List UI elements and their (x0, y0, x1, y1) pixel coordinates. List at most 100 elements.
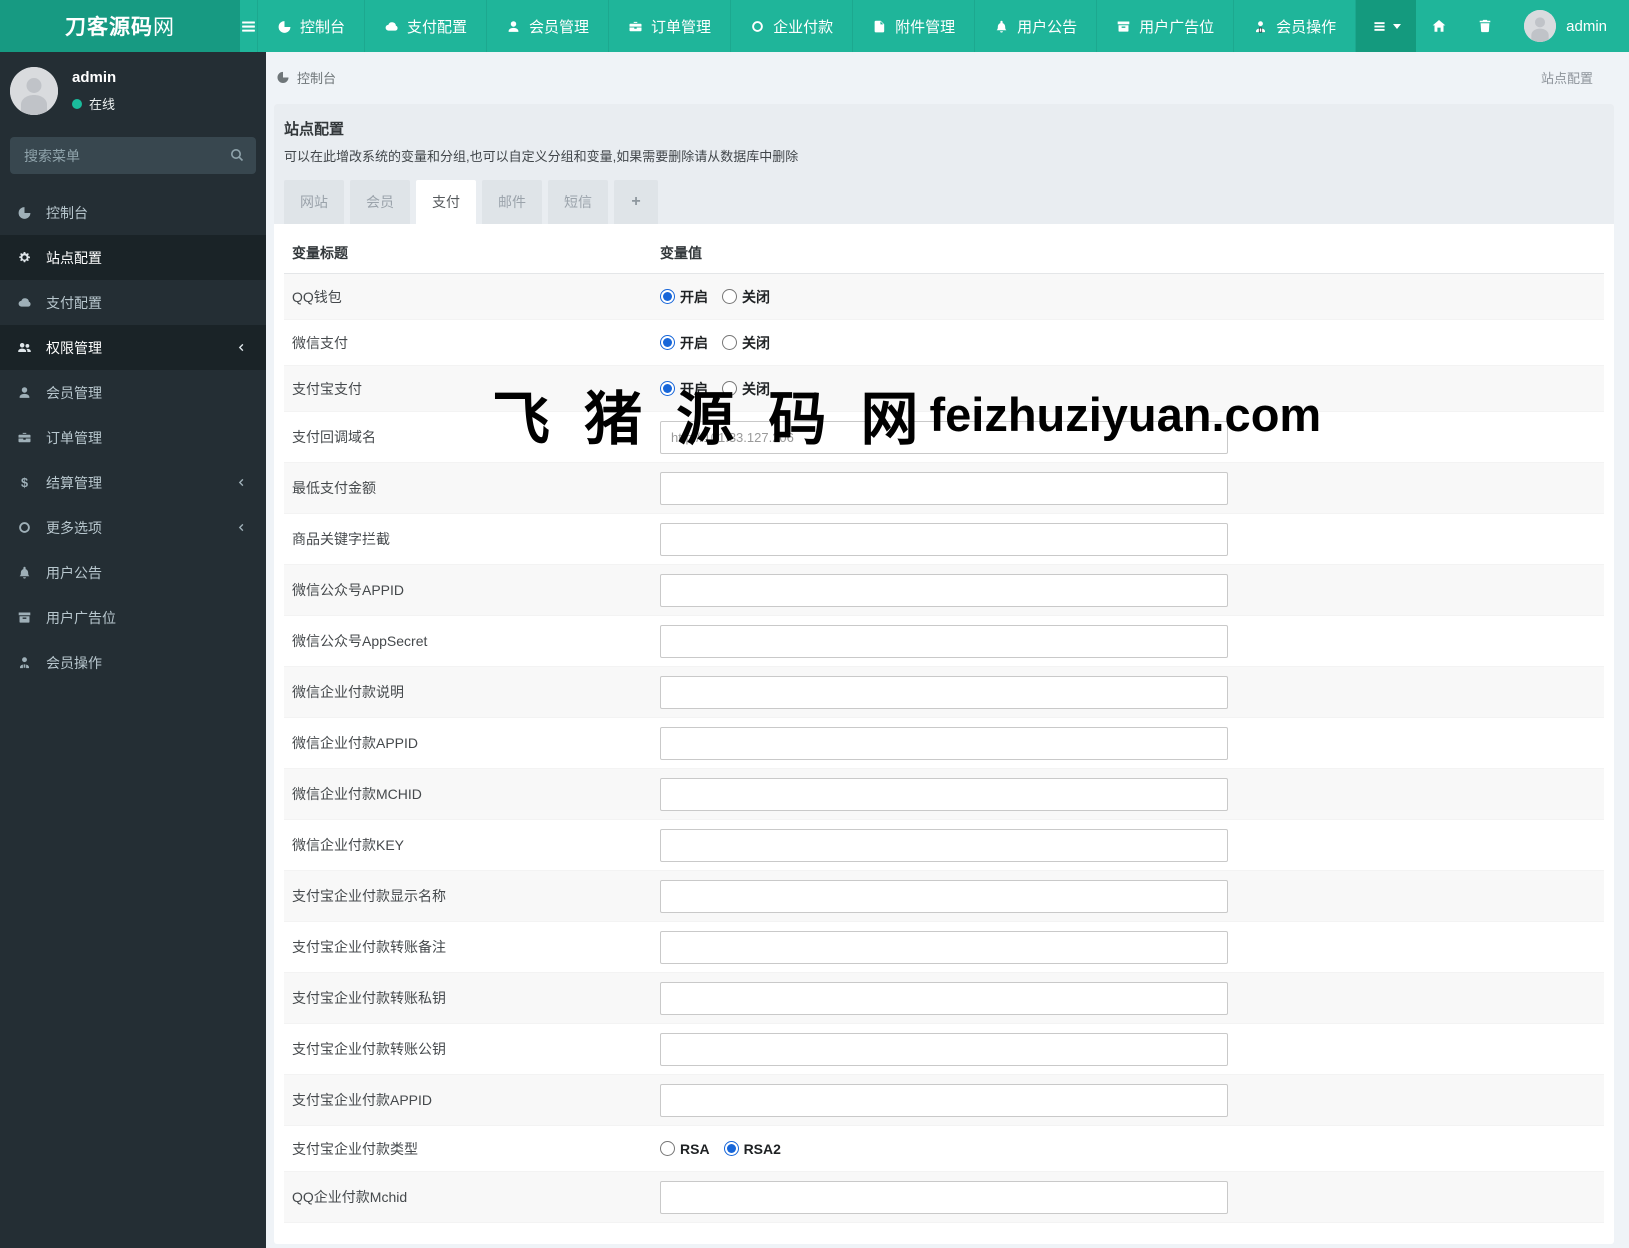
sidebar-item-10[interactable]: 会员操作 (0, 640, 266, 685)
breadcrumb: 控制台 站点配置 (266, 52, 1629, 102)
sidebar-item-3[interactable]: 权限管理 (0, 325, 266, 370)
tab-sms[interactable]: 短信 (548, 180, 608, 224)
nav-item-8[interactable]: 会员操作 (1233, 0, 1357, 52)
config-value (660, 420, 1604, 454)
nav-item-label: 用户公告 (1017, 18, 1078, 36)
config-input[interactable] (660, 981, 1228, 1015)
radio-option[interactable]: RSA2 (723, 1141, 781, 1157)
config-rows: QQ钱包开启关闭微信支付开启关闭支付宝支付开启关闭支付回调域名最低支付金额商品关… (284, 274, 1604, 1223)
table-header: 变量标题 变量值 (284, 232, 1604, 274)
user-badge-icon (16, 655, 33, 670)
radio-option[interactable]: 开启 (660, 333, 708, 353)
config-label: QQ企业付款Mchid (292, 1189, 408, 1205)
config-input[interactable] (660, 471, 1228, 505)
sidebar-item-8[interactable]: 用户公告 (0, 550, 266, 595)
sidebar-item-0[interactable]: 控制台 (0, 190, 266, 235)
radio-input[interactable] (722, 335, 737, 350)
config-input[interactable] (660, 522, 1228, 556)
username-label: admin (1566, 17, 1607, 35)
radio-input[interactable] (722, 381, 737, 396)
config-value: 开启 关闭 (660, 333, 1604, 353)
sidebar-item-label: 更多选项 (46, 519, 102, 536)
tab-email[interactable]: 邮件 (482, 180, 542, 224)
breadcrumb-current[interactable]: 控制台 (297, 68, 336, 87)
nav-item-4[interactable]: 企业付款 (730, 0, 852, 52)
config-row-13: 支付宝企业付款转账备注 (284, 922, 1604, 973)
config-value (660, 675, 1604, 709)
nav-item-label: 会员管理 (529, 18, 590, 36)
tab-add-button[interactable]: + (614, 180, 658, 224)
config-input[interactable] (660, 879, 1228, 913)
sidebar-toggle-button[interactable] (240, 0, 257, 52)
briefcase-icon (16, 430, 33, 445)
trash-button[interactable] (1462, 0, 1508, 52)
config-input[interactable] (660, 1032, 1228, 1066)
sidebar-item-1[interactable]: 站点配置 (0, 235, 266, 280)
config-value (660, 1180, 1604, 1214)
user-menu[interactable]: admin (1508, 0, 1623, 52)
radio-input[interactable] (660, 381, 675, 396)
config-label: 微信企业付款MCHID (292, 786, 422, 802)
radio-input[interactable] (722, 289, 737, 304)
logo-text-bold: 刀客源码 (65, 16, 153, 39)
settings-button[interactable] (1623, 0, 1629, 52)
nav-item-0[interactable]: 控制台 (257, 0, 364, 52)
sidebar-item-7[interactable]: 更多选项 (0, 505, 266, 550)
sidebar-item-6[interactable]: $ 结算管理 (0, 460, 266, 505)
config-input[interactable] (660, 675, 1228, 709)
radio-option[interactable]: 开启 (660, 287, 708, 307)
radio-option[interactable]: 开启 (660, 379, 708, 399)
nav-item-label: 控制台 (300, 18, 346, 36)
nav-item-7[interactable]: 用户广告位 (1096, 0, 1233, 52)
config-label: 支付回调域名 (292, 429, 376, 445)
sidebar-item-2[interactable]: 支付配置 (0, 280, 266, 325)
radio-option[interactable]: 关闭 (722, 379, 770, 399)
radio-input[interactable] (660, 335, 675, 350)
nav-item-2[interactable]: 会员管理 (486, 0, 608, 52)
config-input[interactable] (660, 726, 1228, 760)
config-input[interactable] (660, 930, 1228, 964)
config-input[interactable] (660, 624, 1228, 658)
config-value (660, 1032, 1604, 1066)
sidebar-item-5[interactable]: 订单管理 (0, 415, 266, 460)
config-label: QQ钱包 (292, 288, 342, 305)
config-input[interactable] (660, 420, 1228, 454)
search-icon[interactable] (229, 147, 245, 163)
radio-label: RSA (680, 1140, 710, 1157)
nav-item-5[interactable]: 附件管理 (852, 0, 974, 52)
radio-input[interactable] (723, 1141, 739, 1156)
config-input[interactable] (660, 1083, 1228, 1117)
radio-option[interactable]: 关闭 (722, 287, 770, 307)
panel-body: 变量标题 变量值 QQ钱包 开启 关闭 微信支付 开启 关闭 支付宝支付 开启 关闭 支付回调域名… (274, 224, 1614, 1243)
tab-payment[interactable]: 支付 (416, 180, 476, 224)
app-logo[interactable]: 刀客源码网 (0, 0, 240, 52)
radio-input[interactable] (660, 1141, 675, 1156)
home-button[interactable] (1416, 0, 1462, 52)
tab-member[interactable]: 会员 (350, 180, 410, 224)
nav-item-1[interactable]: 支付配置 (364, 0, 486, 52)
config-label: 商品关键字拦截 (292, 531, 390, 547)
tab-website[interactable]: 网站 (284, 180, 344, 224)
config-input[interactable] (660, 1180, 1228, 1214)
main-content: 控制台 站点配置 站点配置 可以在此增改系统的变量和分组,也可以自定义分组和变量… (266, 52, 1629, 1248)
nav-item-3[interactable]: 订单管理 (608, 0, 730, 52)
radio-option[interactable]: RSA (660, 1141, 710, 1157)
site-config-panel: 站点配置 可以在此增改系统的变量和分组,也可以自定义分组和变量,如果需要删除请从… (274, 104, 1614, 1244)
search-input[interactable] (10, 137, 256, 174)
nav-item-6[interactable]: 用户公告 (974, 0, 1096, 52)
config-label: 最低支付金额 (292, 480, 376, 496)
config-row-10: 微信企业付款MCHID (284, 769, 1604, 820)
caret-down-icon (1392, 23, 1401, 29)
config-input[interactable] (660, 573, 1228, 607)
config-input[interactable] (660, 777, 1228, 811)
sidebar-item-4[interactable]: 会员管理 (0, 370, 266, 415)
config-row-2: 支付宝支付 开启 关闭 (284, 366, 1604, 412)
quick-menu-dropdown[interactable] (1356, 0, 1417, 52)
config-row-15: 支付宝企业付款转账公钥 (284, 1024, 1604, 1075)
config-input[interactable] (660, 828, 1228, 862)
sidebar-search (10, 137, 256, 174)
sidebar-item-9[interactable]: 用户广告位 (0, 595, 266, 640)
radio-group: RSA RSA2 (660, 1141, 781, 1157)
radio-option[interactable]: 关闭 (722, 333, 770, 353)
radio-input[interactable] (660, 289, 675, 304)
